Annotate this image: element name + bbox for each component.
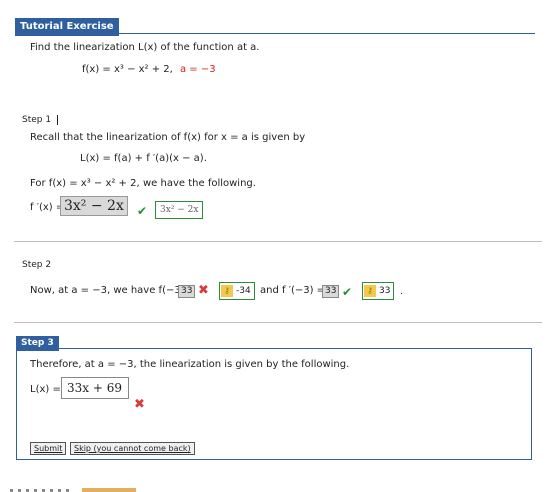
incorrect-icon: ✖ [134,397,145,412]
tutorial-header-title: Tutorial Exercise [20,21,114,32]
step3-therefore: Therefore, at a = −3, the linearization … [30,359,350,370]
skip-button[interactable]: Skip (you cannot come back) [70,442,195,455]
step-separator [14,241,542,242]
step1-for-suffix: we have the following. [143,178,256,189]
submit-button[interactable]: Submit [30,442,67,455]
step2-label: Step 2 [22,260,52,270]
correct-answer-f-value: ⚷ -34 [219,282,255,300]
step3-L-label: L(x) = [30,384,61,395]
incorrect-icon: ✖ [198,283,209,298]
step2-period: . [400,286,404,297]
check-icon: ✔ [342,285,353,299]
problem-function: f(x) = x³ − x² + 2, [82,64,173,75]
step1-formula: L(x) = f(a) + f ′(a)(x − a). [80,153,207,164]
header-underline [15,33,535,34]
problem-a-value: a = −3 [180,64,216,75]
step1-recall: Recall that the linearization of f(x) fo… [30,132,306,143]
correct-answer-fprime-text: 33 [379,286,391,296]
step2-now-prefix: Now, at a = −3, we have f(−3) = [30,285,197,296]
step2-and-text: and f ′(−3) = [260,285,326,296]
check-icon: ✔ [137,204,148,218]
correct-answer-fprime-value: ⚷ 33 [362,282,395,300]
truncated-button[interactable] [82,488,136,492]
key-icon: ⚷ [221,284,233,297]
step-separator [14,322,542,323]
fprime-value-input[interactable]: 33 [322,285,340,298]
linearization-input[interactable]: 33x + 69 [61,377,129,399]
f-value-input[interactable]: 33 [178,285,196,298]
step1-for-prefix: For f(x) = x³ − x² + 2, [30,178,140,189]
step3-label: Step 3 [21,338,54,348]
text-cursor [57,115,58,125]
problem-instruction: Find the linearization L(x) of the funct… [30,42,260,53]
derivative-input[interactable]: 3x² − 2x [60,196,128,216]
key-icon: ⚷ [364,284,376,297]
correct-answer-f-text: -34 [236,286,251,296]
step1-label: Step 1 [22,115,52,125]
correct-answer-derivative: 3x² − 2x [155,201,204,219]
